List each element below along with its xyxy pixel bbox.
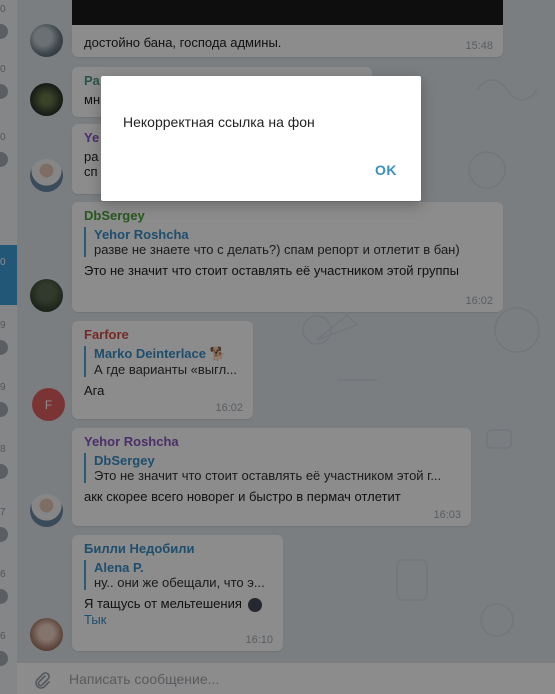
ok-button[interactable]: OK — [375, 162, 397, 178]
error-dialog: Некорректная ссылка на фон OK — [101, 76, 421, 201]
dialog-message: Некорректная ссылка на фон — [123, 114, 315, 130]
